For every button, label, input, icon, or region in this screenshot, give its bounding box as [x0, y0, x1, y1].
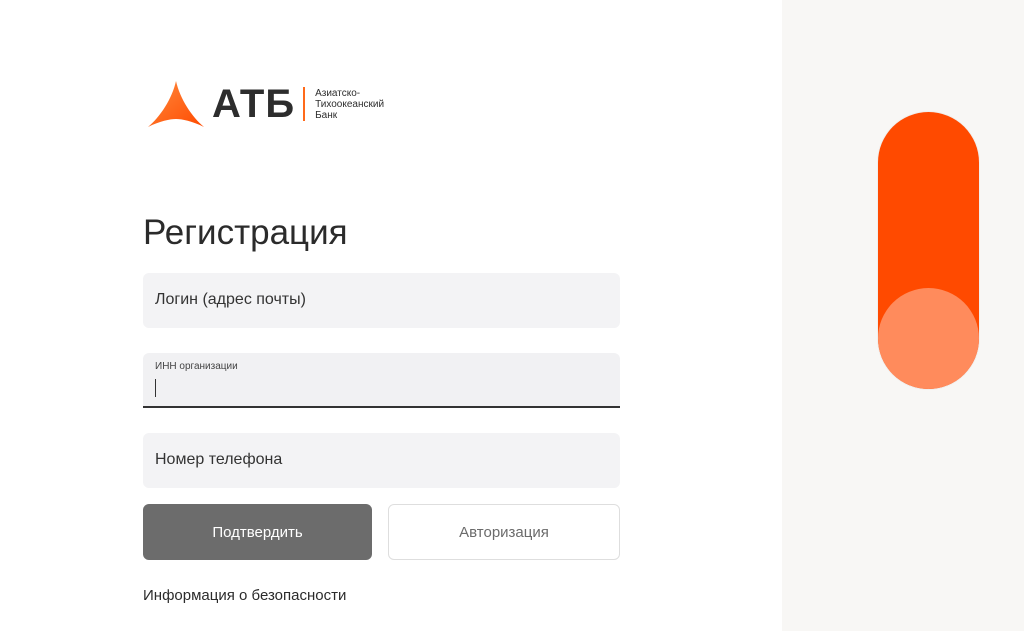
logo-abbr: АТБ	[212, 82, 296, 126]
logo-separator	[303, 87, 306, 121]
phone-placeholder: Номер телефона	[155, 451, 283, 468]
confirm-button[interactable]: Подтвердить	[143, 504, 372, 560]
security-info-link[interactable]: Информация о безопасности	[143, 587, 346, 604]
bank-logo: АТБ Азиатско- Тихоокеанский Банк	[146, 78, 384, 130]
logo-name-line: Азиатско-	[315, 87, 361, 99]
logo-name-line: Тихоокеанский	[315, 98, 385, 110]
page-title: Регистрация	[143, 213, 348, 252]
login-field[interactable]: Логин (адрес почты)	[143, 273, 620, 328]
logo-name-line: Банк	[315, 109, 338, 121]
login-placeholder: Логин (адрес почты)	[155, 291, 306, 308]
registration-page: АТБ Азиатско- Тихоокеанский Банк Регистр…	[0, 0, 1024, 631]
atb-triangle-logo-icon	[148, 81, 204, 127]
inn-label: ИНН организации	[155, 361, 238, 372]
theme-toggle[interactable]	[878, 112, 979, 389]
text-caret	[155, 379, 156, 397]
phone-field[interactable]: Номер телефона	[143, 433, 620, 488]
logo-bank-name: Азиатско- Тихоокеанский Банк	[315, 88, 384, 121]
inn-field[interactable]: ИНН организации	[143, 353, 620, 408]
toggle-knob[interactable]	[878, 288, 979, 389]
authorization-button[interactable]: Авторизация	[388, 504, 620, 560]
